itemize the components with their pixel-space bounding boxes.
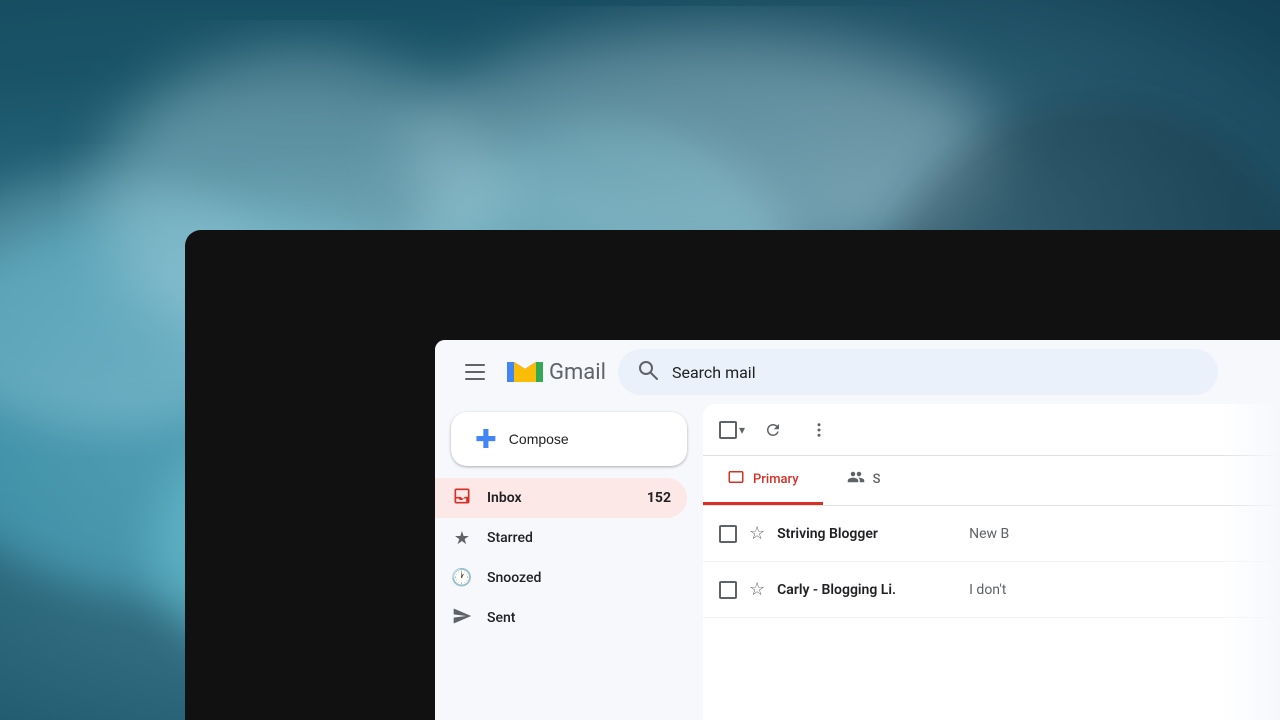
email-sender: Carly - Blogging Li. [777, 582, 957, 598]
sidebar-item-starred[interactable]: ★ Starred [435, 518, 687, 558]
gmail-m-icon [507, 358, 543, 386]
inbox-label: Inbox [487, 490, 633, 506]
refresh-icon [764, 421, 782, 439]
hamburger-line-1 [465, 364, 485, 366]
search-bar[interactable]: Search mail [618, 349, 1218, 395]
compose-plus-icon: ✚ [475, 426, 497, 452]
social-tab-label: S [873, 472, 881, 487]
search-placeholder-text: Search mail [672, 363, 756, 382]
menu-button[interactable] [455, 352, 495, 392]
email-checkbox[interactable] [719, 581, 737, 599]
gmail-header: Gmail Search mail [435, 340, 1280, 404]
email-star-icon[interactable]: ☆ [749, 579, 765, 600]
compose-button[interactable]: ✚ Compose [451, 412, 687, 466]
starred-label: Starred [487, 530, 671, 546]
select-all-checkbox[interactable] [719, 421, 737, 439]
email-snippet: New B [969, 526, 1264, 542]
gmail-logo: Gmail [507, 358, 606, 386]
email-sender: Striving Blogger [777, 526, 957, 542]
search-icon [638, 360, 658, 385]
starred-icon: ★ [451, 528, 473, 549]
sent-label: Sent [487, 610, 671, 626]
primary-tab-icon [727, 468, 745, 490]
refresh-button[interactable] [755, 412, 791, 448]
email-snippet: I don't [969, 582, 1264, 598]
tab-primary[interactable]: Primary [703, 456, 823, 505]
email-checkbox[interactable] [719, 525, 737, 543]
gmail-window: Gmail Search mail ✚ Compose [435, 340, 1280, 720]
more-options-button[interactable] [801, 412, 837, 448]
inbox-icon [451, 486, 473, 511]
select-dropdown-icon[interactable]: ▾ [739, 423, 745, 437]
snoozed-label: Snoozed [487, 570, 671, 586]
hamburger-line-2 [465, 371, 485, 373]
sidebar: ✚ Compose Inbox 152 ★ Starred 🕐 [435, 404, 703, 720]
gmail-main: ✚ Compose Inbox 152 ★ Starred 🕐 [435, 404, 1280, 720]
email-row[interactable]: ☆ Striving Blogger New B [703, 506, 1280, 562]
email-toolbar: ▾ [703, 404, 1280, 456]
email-row[interactable]: ☆ Carly - Blogging Li. I don't [703, 562, 1280, 618]
hamburger-line-3 [465, 378, 485, 380]
snoozed-icon: 🕐 [451, 568, 473, 588]
sidebar-item-inbox[interactable]: Inbox 152 [435, 478, 687, 518]
sent-icon [451, 606, 473, 631]
sidebar-item-sent[interactable]: Sent [435, 598, 687, 638]
email-rows: ☆ Striving Blogger New B ☆ Carly - Blogg… [703, 506, 1280, 720]
tab-social[interactable]: S [823, 456, 905, 505]
inbox-count: 152 [647, 490, 671, 506]
more-vert-icon [810, 421, 828, 439]
primary-tab-label: Primary [753, 472, 799, 487]
email-list-panel: ▾ [703, 404, 1280, 720]
email-tabs: Primary S [703, 456, 1280, 506]
email-star-icon[interactable]: ☆ [749, 523, 765, 544]
compose-label: Compose [509, 431, 569, 447]
social-tab-icon [847, 468, 865, 490]
sidebar-item-snoozed[interactable]: 🕐 Snoozed [435, 558, 687, 598]
select-all-group[interactable]: ▾ [719, 421, 745, 439]
gmail-wordmark: Gmail [549, 360, 606, 385]
